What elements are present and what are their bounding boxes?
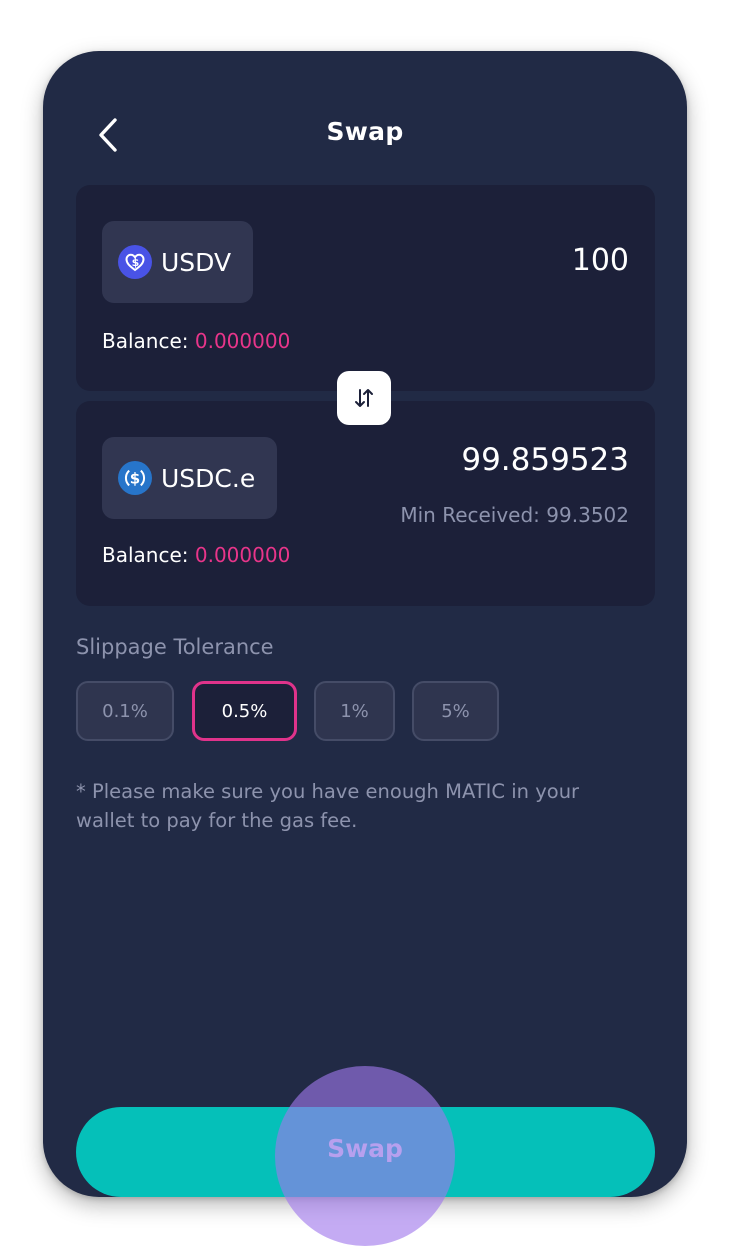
slippage-option-0-5[interactable]: 0.5% xyxy=(192,681,297,741)
to-balance: Balance: 0.000000 xyxy=(102,543,290,567)
svg-text:$: $ xyxy=(130,470,140,488)
from-balance: Balance: 0.000000 xyxy=(102,329,290,353)
gas-fee-note: * Please make sure you have enough MATIC… xyxy=(76,780,580,832)
page-title: Swap xyxy=(326,117,404,146)
slippage-option-5[interactable]: 5% xyxy=(412,681,499,741)
to-token-selector[interactable]: $ USDC.e xyxy=(102,437,277,519)
svg-text:$: $ xyxy=(132,256,140,269)
to-token-symbol: USDC.e xyxy=(161,463,256,493)
to-amount: 99.859523 xyxy=(461,442,629,478)
to-token-card: $ USDC.e 99.859523 Min Received: 99.3502… xyxy=(76,401,655,606)
slippage-option-0-1[interactable]: 0.1% xyxy=(76,681,174,741)
from-token-card: $ USDV 100 Balance: 0.000000 xyxy=(76,185,655,391)
from-amount[interactable]: 100 xyxy=(572,243,629,278)
phone-screen: Swap $ USDV 100 Balance: 0.000000 $ USDC… xyxy=(43,51,687,1197)
slippage-label: Slippage Tolerance xyxy=(76,635,274,659)
from-balance-label: Balance: xyxy=(102,329,189,353)
swap-button-label[interactable]: Swap xyxy=(275,1134,455,1163)
usdc-token-icon: $ xyxy=(118,461,152,495)
from-balance-value: 0.000000 xyxy=(194,329,291,353)
min-received: Min Received: 99.3502 xyxy=(400,503,629,527)
from-token-symbol: USDV xyxy=(161,247,232,277)
to-balance-label: Balance: xyxy=(102,543,189,567)
from-token-selector[interactable]: $ USDV xyxy=(102,221,253,303)
usdv-token-icon: $ xyxy=(118,245,152,279)
to-balance-value: 0.000000 xyxy=(194,543,291,567)
swap-vertical-arrows-icon xyxy=(355,389,373,407)
slippage-option-1[interactable]: 1% xyxy=(314,681,395,741)
swap-direction-button[interactable] xyxy=(337,371,391,425)
